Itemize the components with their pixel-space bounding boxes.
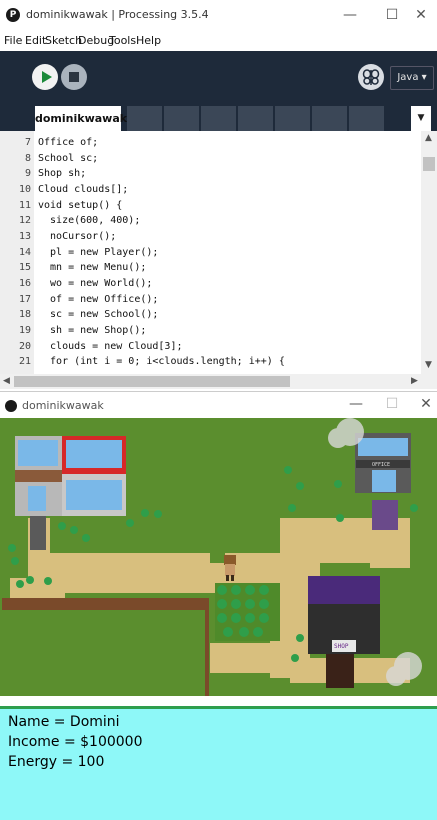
- minimize-button[interactable]: —: [344, 392, 368, 416]
- code-line: of = new Office();: [38, 294, 159, 305]
- line-number: 20: [18, 341, 31, 352]
- code-line: sc = new School();: [38, 309, 159, 320]
- tab-placeholder: [238, 106, 273, 131]
- player-income-text: Income = $100000: [8, 734, 143, 750]
- line-number: 19: [18, 325, 31, 336]
- line-number: 16: [18, 278, 31, 289]
- code-line: noCursor();: [38, 231, 117, 242]
- vertical-scroll-thumb[interactable]: [423, 157, 435, 171]
- code-editor[interactable]: 7 8 9 10 11 12 13 14 15 16 17 18 19 20 2…: [0, 131, 437, 374]
- school-building: [355, 433, 411, 530]
- close-button[interactable]: ✕: [414, 392, 437, 416]
- ide-titlebar: P dominikwawak | Processing 3.5.4 — ☐ ✕: [0, 0, 437, 31]
- tab-placeholder: [127, 106, 162, 131]
- stop-button[interactable]: [61, 64, 87, 90]
- line-number: 10: [18, 184, 31, 195]
- editor-tab-bar: dominikwawak ▼: [0, 103, 437, 131]
- processing-app-icon: [5, 400, 17, 412]
- horizontal-scrollbar[interactable]: ◀ ▶: [0, 374, 437, 389]
- code-line: Cloud clouds[];: [38, 184, 129, 195]
- scroll-left-arrow-icon[interactable]: ◀: [3, 376, 10, 386]
- player-energy-text: Energy = 100: [8, 754, 105, 770]
- ide-toolbar: Java ▾: [0, 51, 437, 103]
- code-line: void setup() {: [38, 200, 123, 211]
- scroll-up-arrow-icon[interactable]: ▲: [425, 133, 432, 143]
- menu-help[interactable]: Help: [136, 34, 161, 47]
- shop-sign-label: SHOP: [334, 643, 349, 650]
- code-line: School sc;: [38, 153, 99, 164]
- tab-placeholder: [275, 106, 310, 131]
- line-number: 11: [18, 200, 31, 211]
- code-line: sh = new Shop();: [38, 325, 147, 336]
- line-number: 7: [24, 137, 31, 148]
- line-number-gutter: 7 8 9 10 11 12 13 14 15 16 17 18 19 20 2…: [0, 131, 34, 374]
- game-canvas[interactable]: OFFICE SHOP: [0, 418, 437, 696]
- run-button[interactable]: [32, 64, 58, 90]
- play-icon: [42, 71, 52, 83]
- line-number: 17: [18, 294, 31, 305]
- menu-tools[interactable]: Tools: [109, 34, 136, 47]
- maximize-button[interactable]: ☐: [380, 3, 404, 27]
- tab-placeholder: [164, 106, 199, 131]
- code-line: wo = new World();: [38, 278, 153, 289]
- tab-placeholder: [349, 106, 384, 131]
- sketch-window-title: dominikwawak: [22, 399, 104, 412]
- minimize-button[interactable]: —: [338, 3, 362, 27]
- menu-file[interactable]: File: [4, 34, 22, 47]
- scroll-down-arrow-icon[interactable]: ▼: [425, 360, 432, 370]
- line-number: 12: [18, 215, 31, 226]
- player-info-panel: Name = Domini Income = $100000 Energy = …: [0, 706, 437, 820]
- ide-window-title: dominikwawak | Processing 3.5.4: [26, 8, 209, 21]
- maximize-button: ☐: [385, 396, 399, 412]
- line-number: 14: [18, 247, 31, 258]
- code-line: Office of;: [38, 137, 99, 148]
- tab-placeholder: [201, 106, 236, 131]
- line-number: 8: [24, 153, 31, 164]
- code-line: for (int i = 0; i<clouds.length; i++) {: [38, 356, 285, 367]
- code-line: Shop sh;: [38, 168, 87, 179]
- processing-app-icon: P: [6, 8, 20, 22]
- line-number: 13: [18, 231, 31, 242]
- stop-icon: [69, 72, 79, 82]
- menu-sketch[interactable]: Sketch: [45, 34, 82, 47]
- code-line: pl = new Player();: [38, 247, 159, 258]
- line-number: 18: [18, 309, 31, 320]
- sketch-titlebar: dominikwawak — ☐ ✕: [0, 391, 437, 419]
- office-sign-label: OFFICE: [372, 462, 391, 468]
- scroll-right-arrow-icon[interactable]: ▶: [411, 376, 418, 386]
- debugger-button[interactable]: [358, 64, 384, 90]
- horizontal-scroll-thumb[interactable]: [14, 376, 290, 387]
- panel-divider: [0, 696, 437, 706]
- menu-edit[interactable]: Edit: [25, 34, 46, 47]
- tab-placeholder: [312, 106, 347, 131]
- butterfly-icon: [362, 69, 380, 85]
- line-number: 15: [18, 262, 31, 273]
- line-number: 21: [18, 356, 31, 367]
- code-line: mn = new Menu();: [38, 262, 147, 273]
- wooden-fence: [2, 598, 209, 696]
- code-line: size(600, 400);: [38, 215, 141, 226]
- tab-dominikwawak[interactable]: dominikwawak: [35, 106, 127, 131]
- line-number: 9: [24, 168, 31, 179]
- game-scene: [2, 418, 422, 696]
- office-building: [15, 436, 126, 550]
- player-name-text: Name = Domini: [8, 714, 120, 730]
- menu-bar: File Edit Sketch Debug Tools Help: [0, 31, 437, 51]
- mode-selector[interactable]: Java ▾: [390, 66, 434, 90]
- tab-menu-button[interactable]: ▼: [411, 106, 431, 131]
- code-line: clouds = new Cloud[3];: [38, 341, 183, 352]
- vertical-scrollbar[interactable]: ▲ ▼: [421, 131, 437, 374]
- close-button[interactable]: ✕: [409, 3, 433, 27]
